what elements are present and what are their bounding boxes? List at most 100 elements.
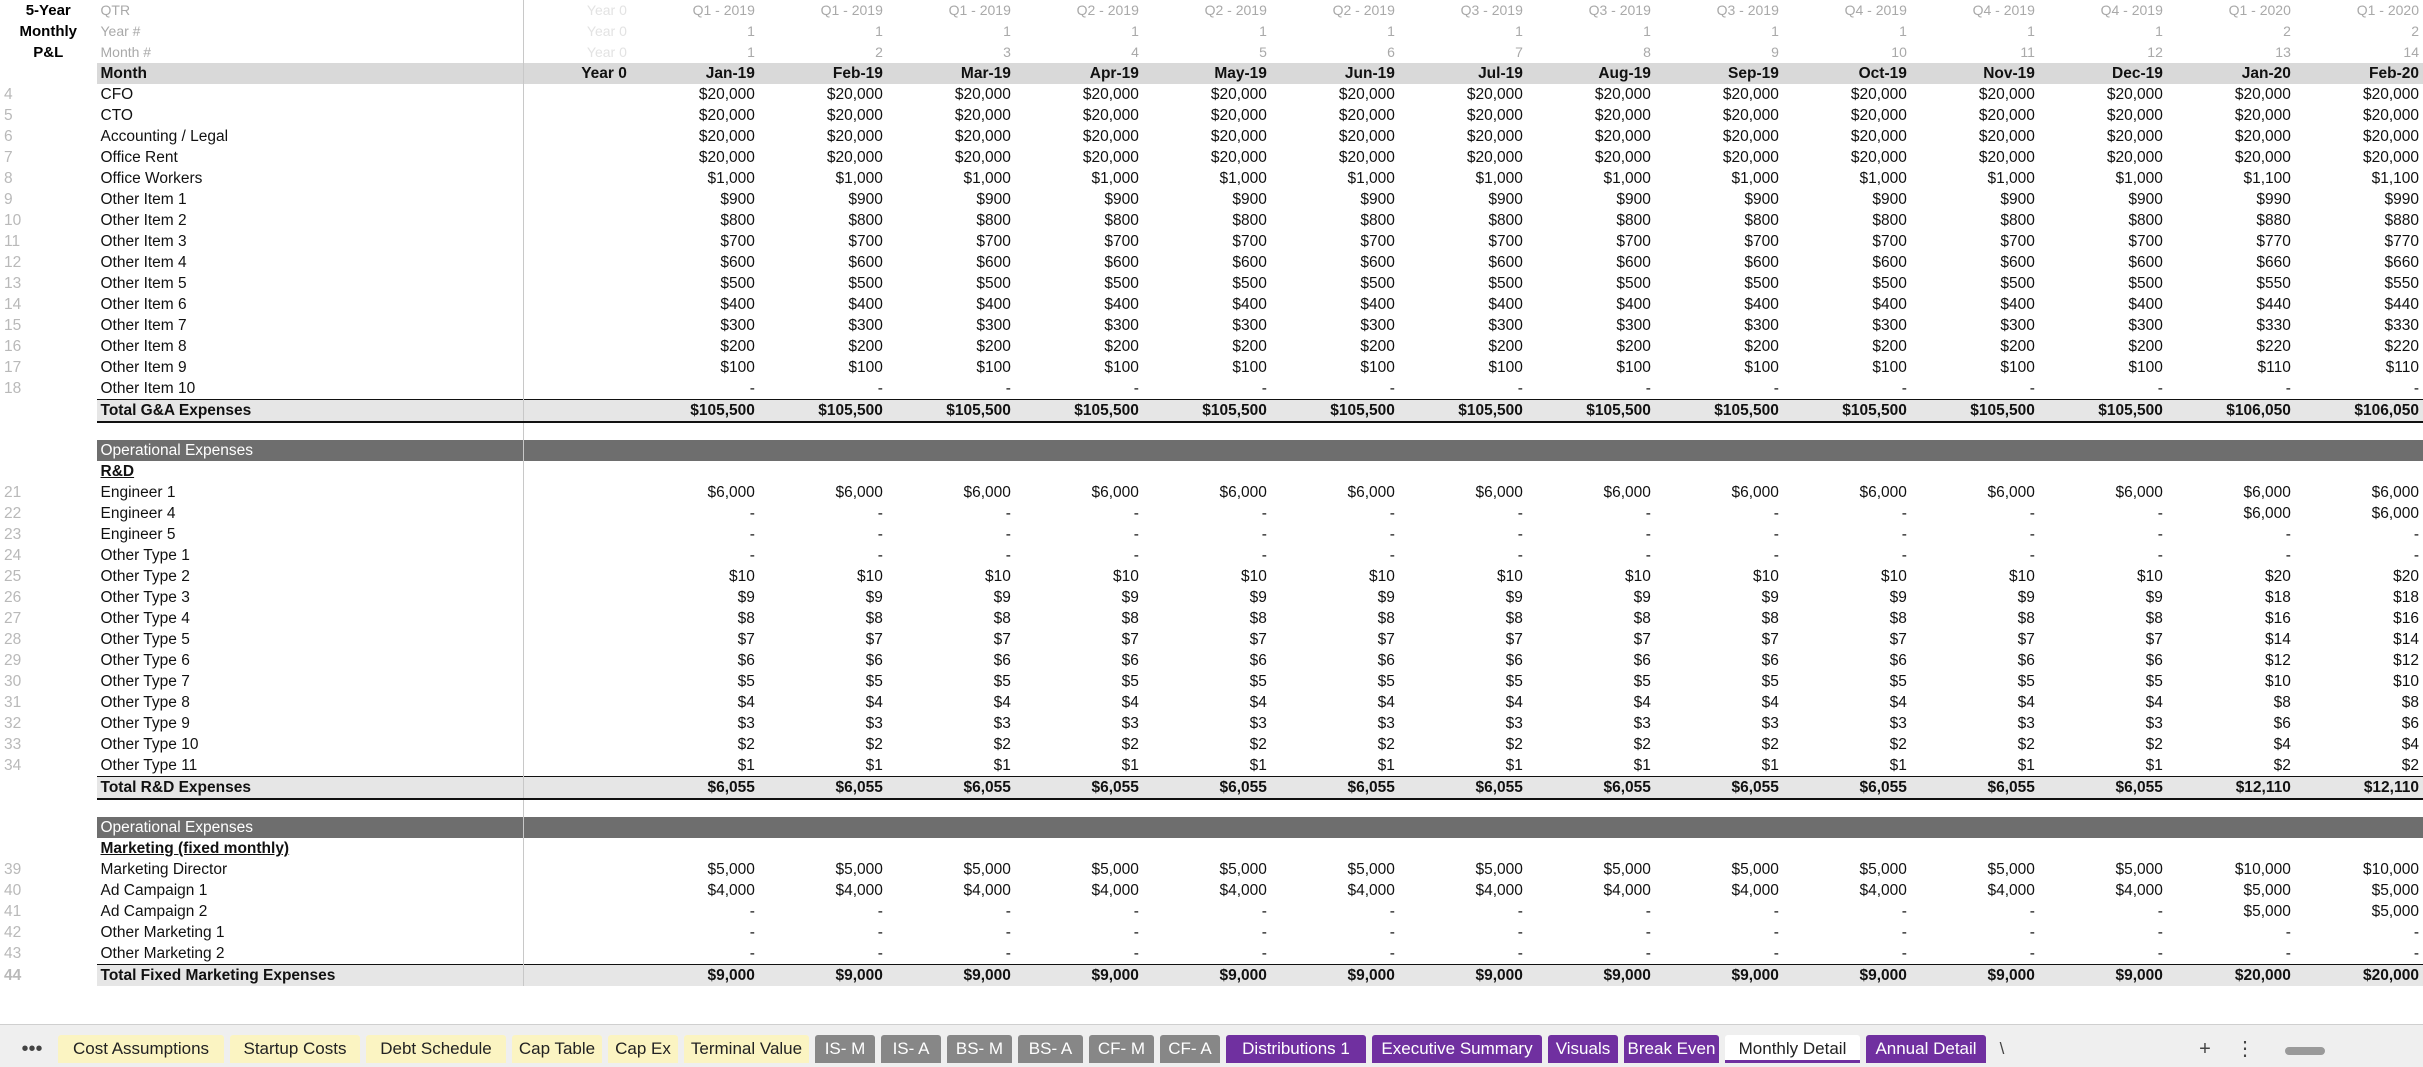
- total-cell[interactable]: $105,500: [1270, 399, 1399, 423]
- value-cell[interactable]: $8: [1911, 608, 2039, 629]
- year0-cell[interactable]: [523, 859, 631, 880]
- line-item-label[interactable]: Other Item 6: [96, 294, 524, 315]
- empty-cell[interactable]: [1271, 422, 1399, 440]
- value-cell[interactable]: $600: [759, 252, 887, 273]
- empty-cell[interactable]: [1527, 799, 1655, 817]
- tab-bs-m[interactable]: BS- M: [947, 1035, 1012, 1063]
- value-cell[interactable]: $20,000: [631, 84, 759, 105]
- value-cell[interactable]: $400: [1527, 294, 1655, 315]
- value-cell[interactable]: $4,000: [2039, 880, 2167, 901]
- value-cell[interactable]: -: [887, 378, 1015, 400]
- value-cell[interactable]: $20,000: [1911, 105, 2039, 126]
- empty-cell[interactable]: [1911, 461, 2039, 482]
- empty-cell[interactable]: [1399, 461, 1527, 482]
- value-cell[interactable]: $600: [1655, 252, 1783, 273]
- empty-cell[interactable]: [759, 461, 887, 482]
- year0-cell[interactable]: [523, 105, 631, 126]
- value-cell[interactable]: $700: [1911, 231, 2039, 252]
- value-cell[interactable]: -: [887, 901, 1015, 922]
- value-cell[interactable]: -: [1911, 545, 2039, 566]
- value-cell[interactable]: $1,000: [1399, 168, 1527, 189]
- value-cell[interactable]: $6,000: [631, 482, 759, 503]
- value-cell[interactable]: -: [1399, 922, 1527, 943]
- value-cell[interactable]: $1: [2039, 755, 2167, 777]
- total-cell[interactable]: $105,500: [886, 399, 1015, 423]
- value-cell[interactable]: $20,000: [1527, 84, 1655, 105]
- year0-cell[interactable]: [523, 126, 631, 147]
- value-cell[interactable]: $200: [759, 336, 887, 357]
- value-cell[interactable]: $900: [1015, 189, 1143, 210]
- value-cell[interactable]: -: [2167, 378, 2295, 400]
- total-cell[interactable]: $105,500: [1782, 399, 1911, 423]
- value-cell[interactable]: $9: [2039, 587, 2167, 608]
- value-cell[interactable]: $10: [631, 566, 759, 587]
- value-cell[interactable]: -: [759, 524, 887, 545]
- value-cell[interactable]: $600: [1015, 252, 1143, 273]
- value-cell[interactable]: $500: [631, 273, 759, 294]
- value-cell[interactable]: $600: [631, 252, 759, 273]
- value-cell[interactable]: $2: [1655, 734, 1783, 755]
- value-cell[interactable]: $800: [2039, 210, 2167, 231]
- value-cell[interactable]: $14: [2295, 629, 2423, 650]
- value-cell[interactable]: $8: [2295, 692, 2423, 713]
- empty-cell[interactable]: [1143, 461, 1271, 482]
- value-cell[interactable]: $5,000: [2039, 859, 2167, 880]
- value-cell[interactable]: $6,000: [1015, 482, 1143, 503]
- value-cell[interactable]: -: [1655, 524, 1783, 545]
- value-cell[interactable]: -: [1911, 922, 2039, 943]
- value-cell[interactable]: -: [2295, 378, 2423, 400]
- value-cell[interactable]: $800: [759, 210, 887, 231]
- sheet-options-icon[interactable]: ⋮: [2230, 1035, 2260, 1063]
- value-cell[interactable]: -: [1527, 545, 1655, 566]
- value-cell[interactable]: $5: [759, 671, 887, 692]
- value-cell[interactable]: $800: [1143, 210, 1271, 231]
- add-sheet-icon[interactable]: +: [2190, 1035, 2220, 1063]
- value-cell[interactable]: -: [1527, 378, 1655, 400]
- empty-cell[interactable]: [887, 799, 1015, 817]
- value-cell[interactable]: -: [2167, 524, 2295, 545]
- line-item-label[interactable]: Other Item 4: [96, 252, 524, 273]
- value-cell[interactable]: $9: [631, 587, 759, 608]
- empty-cell[interactable]: [523, 838, 631, 859]
- value-cell[interactable]: $1,000: [759, 168, 887, 189]
- value-cell[interactable]: $5,000: [1783, 859, 1911, 880]
- value-cell[interactable]: $770: [2295, 231, 2423, 252]
- total-cell[interactable]: $20,000: [2166, 964, 2295, 986]
- value-cell[interactable]: $100: [759, 357, 887, 378]
- total-cell[interactable]: $9,000: [758, 964, 887, 986]
- empty-cell[interactable]: [96, 422, 524, 440]
- total-cell[interactable]: $9,000: [1398, 964, 1527, 986]
- value-cell[interactable]: $5,000: [1527, 859, 1655, 880]
- value-cell[interactable]: -: [759, 943, 887, 965]
- year0-cell[interactable]: [523, 901, 631, 922]
- value-cell[interactable]: -: [1527, 524, 1655, 545]
- value-cell[interactable]: -: [2039, 943, 2167, 965]
- value-cell[interactable]: $100: [887, 357, 1015, 378]
- value-cell[interactable]: $800: [1527, 210, 1655, 231]
- value-cell[interactable]: -: [1271, 943, 1399, 965]
- year0-cell[interactable]: [523, 252, 631, 273]
- value-cell[interactable]: -: [759, 922, 887, 943]
- value-cell[interactable]: $880: [2167, 210, 2295, 231]
- value-cell[interactable]: $3: [631, 713, 759, 734]
- value-cell[interactable]: $3: [1527, 713, 1655, 734]
- year0-cell[interactable]: [523, 943, 631, 965]
- horizontal-scrollbar[interactable]: [2285, 1047, 2325, 1055]
- value-cell[interactable]: -: [1783, 943, 1911, 965]
- value-cell[interactable]: $8: [2167, 692, 2295, 713]
- value-cell[interactable]: $3: [1655, 713, 1783, 734]
- empty-cell[interactable]: [1143, 799, 1271, 817]
- value-cell[interactable]: $700: [2039, 231, 2167, 252]
- year0-cell[interactable]: [523, 587, 631, 608]
- value-cell[interactable]: $10: [2295, 671, 2423, 692]
- value-cell[interactable]: $330: [2295, 315, 2423, 336]
- total-cell[interactable]: $6,055: [1014, 776, 1143, 800]
- value-cell[interactable]: $200: [631, 336, 759, 357]
- value-cell[interactable]: -: [1143, 524, 1271, 545]
- value-cell[interactable]: $300: [1655, 315, 1783, 336]
- value-cell[interactable]: -: [1143, 545, 1271, 566]
- empty-cell[interactable]: [2295, 422, 2423, 440]
- value-cell[interactable]: $8: [631, 608, 759, 629]
- value-cell[interactable]: $4: [1527, 692, 1655, 713]
- value-cell[interactable]: $200: [1015, 336, 1143, 357]
